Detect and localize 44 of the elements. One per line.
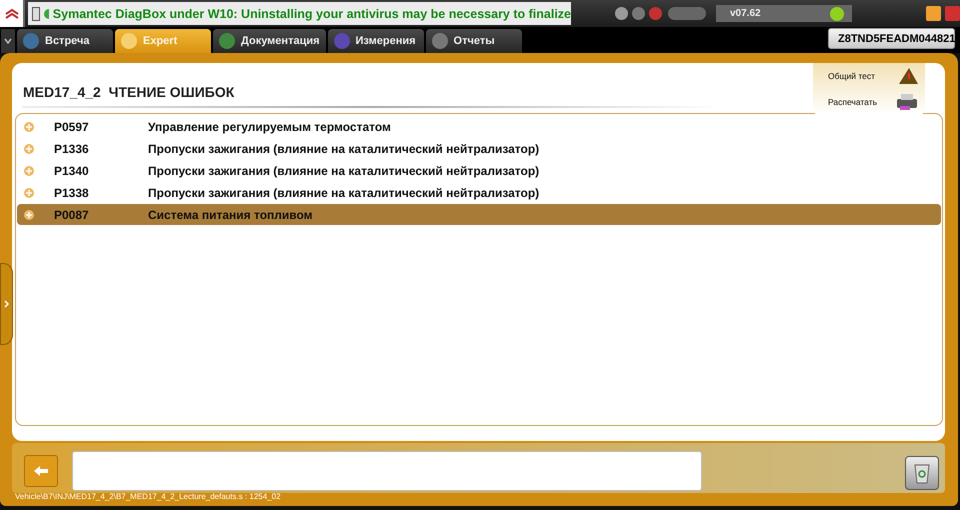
fault-description: Пропуски зажигания (влияние на каталитический нейтрализатор) [148, 186, 540, 200]
file-path-text: Vehicle\B7\INJ\MED17_4_2\B7_MED17_4_2_Lecture_defauts.s : 1254_02 [15, 492, 281, 501]
fault-code: P0597 [54, 120, 90, 134]
volume-toggle[interactable] [668, 7, 706, 20]
side-panel-handle[interactable] [0, 263, 13, 345]
menu-item[interactable]: Общий тест [813, 63, 925, 89]
version-text: v07.62 [730, 8, 761, 19]
status-light-icon [830, 6, 844, 20]
menu-item[interactable]: Распечатать [813, 89, 925, 115]
printer-icon [895, 93, 919, 111]
fault-code: P0087 [54, 208, 90, 222]
left-arrow-icon [33, 465, 49, 477]
tab-icon [121, 33, 137, 49]
recycle-bin-button[interactable] [905, 456, 939, 490]
message-field[interactable] [72, 451, 702, 491]
page-title: MED17_4_2 ЧТЕНИЕ ОШИБОК [23, 84, 234, 100]
fault-row[interactable]: P0087 Система питания топливом [17, 204, 941, 225]
nav-tab[interactable]: Документация [213, 29, 326, 53]
fault-row[interactable]: P1340 Пропуски зажигания (влияние на каталитический нейтрализатор) [17, 160, 941, 181]
dropdown-chevron-icon[interactable] [1, 29, 15, 53]
trash-can-icon [913, 462, 931, 484]
fault-description: Управление регулируемым термостатом [148, 120, 391, 134]
fault-code: P1340 [54, 164, 90, 178]
fault-description: Пропуски зажигания (влияние на каталитический нейтрализатор) [148, 164, 540, 178]
fault-description: Система питания топливом [148, 208, 313, 222]
tab-icon [219, 33, 235, 49]
tab-icon [334, 33, 350, 49]
fault-code: P1338 [54, 186, 90, 200]
back-button[interactable] [24, 455, 58, 487]
fault-description: Пропуски зажигания (влияние на каталитический нейтрализатор) [148, 142, 540, 156]
tab-icon [23, 33, 39, 49]
nav-tab[interactable]: Измерения [328, 29, 424, 53]
fault-code: P1336 [54, 142, 90, 156]
nav-tab[interactable]: Отчеты [426, 29, 522, 53]
fault-row[interactable]: P0597 Управление регулируемым термостатом [17, 116, 941, 137]
nav-tab[interactable]: Встреча [17, 29, 113, 53]
fault-row[interactable]: P1336 Пропуски зажигания (влияние на каталитический нейтрализатор) [17, 138, 941, 159]
expand-icon[interactable] [32, 6, 40, 20]
app-logo-icon [0, 0, 25, 27]
warning-icon [897, 67, 919, 85]
tab-icon [432, 33, 448, 49]
vin-button[interactable]: Z8TND5FEADM044821 [828, 28, 955, 49]
banner-text: Symantec DiagBox under W10: Uninstalling your antivirus may be necessary to finalize [52, 6, 571, 20]
fault-row[interactable]: P1338 Пропуски зажигания (влияние на каталитический нейтрализатор) [17, 182, 941, 203]
